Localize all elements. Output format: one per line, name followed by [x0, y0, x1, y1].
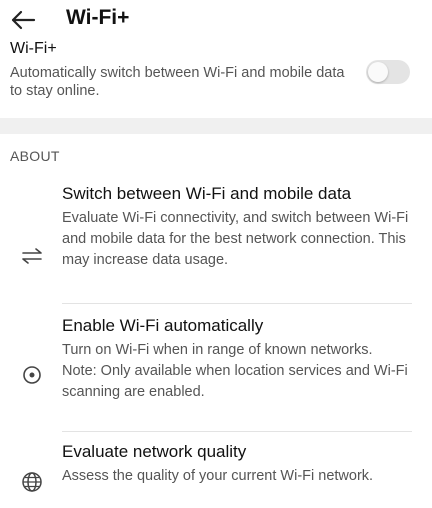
wifi-plus-label: Wi-Fi+ [10, 40, 57, 57]
about-item-description: Assess the quality of your current Wi-Fi… [62, 468, 374, 484]
toggle-knob [368, 62, 388, 82]
back-arrow-icon[interactable] [10, 8, 36, 32]
section-divider [0, 118, 432, 134]
wifi-plus-description: Automatically switch between Wi-Fi and m… [10, 65, 345, 99]
about-item-title: Evaluate network quality [62, 442, 247, 461]
location-target-icon [20, 363, 44, 387]
wifi-plus-toggle[interactable] [366, 60, 410, 84]
about-item-title: Enable Wi-Fi automatically [62, 316, 264, 335]
item-divider [62, 303, 412, 304]
about-item-note: Note: Only available when location servi… [62, 363, 408, 400]
swap-arrows-icon [20, 244, 44, 268]
top-bar: Wi-Fi+ [0, 0, 432, 40]
about-item-enable-auto: Enable Wi-Fi automatically Turn on Wi-Fi… [0, 316, 432, 432]
about-item-title: Switch between Wi-Fi and mobile data [62, 184, 352, 203]
about-item-desc-text: Turn on Wi-Fi when in range of known net… [62, 342, 373, 358]
about-item-description: Evaluate Wi-Fi connectivity, and switch … [62, 210, 409, 268]
item-divider [62, 431, 412, 432]
about-item-description: Turn on Wi-Fi when in range of known net… [62, 340, 412, 403]
about-item-evaluate: Evaluate network quality Assess the qual… [0, 442, 432, 508]
about-section-header: ABOUT [10, 148, 60, 164]
about-item-switch: Switch between Wi-Fi and mobile data Eva… [0, 184, 432, 304]
page-title: Wi-Fi+ [66, 6, 130, 29]
globe-icon [20, 470, 44, 494]
